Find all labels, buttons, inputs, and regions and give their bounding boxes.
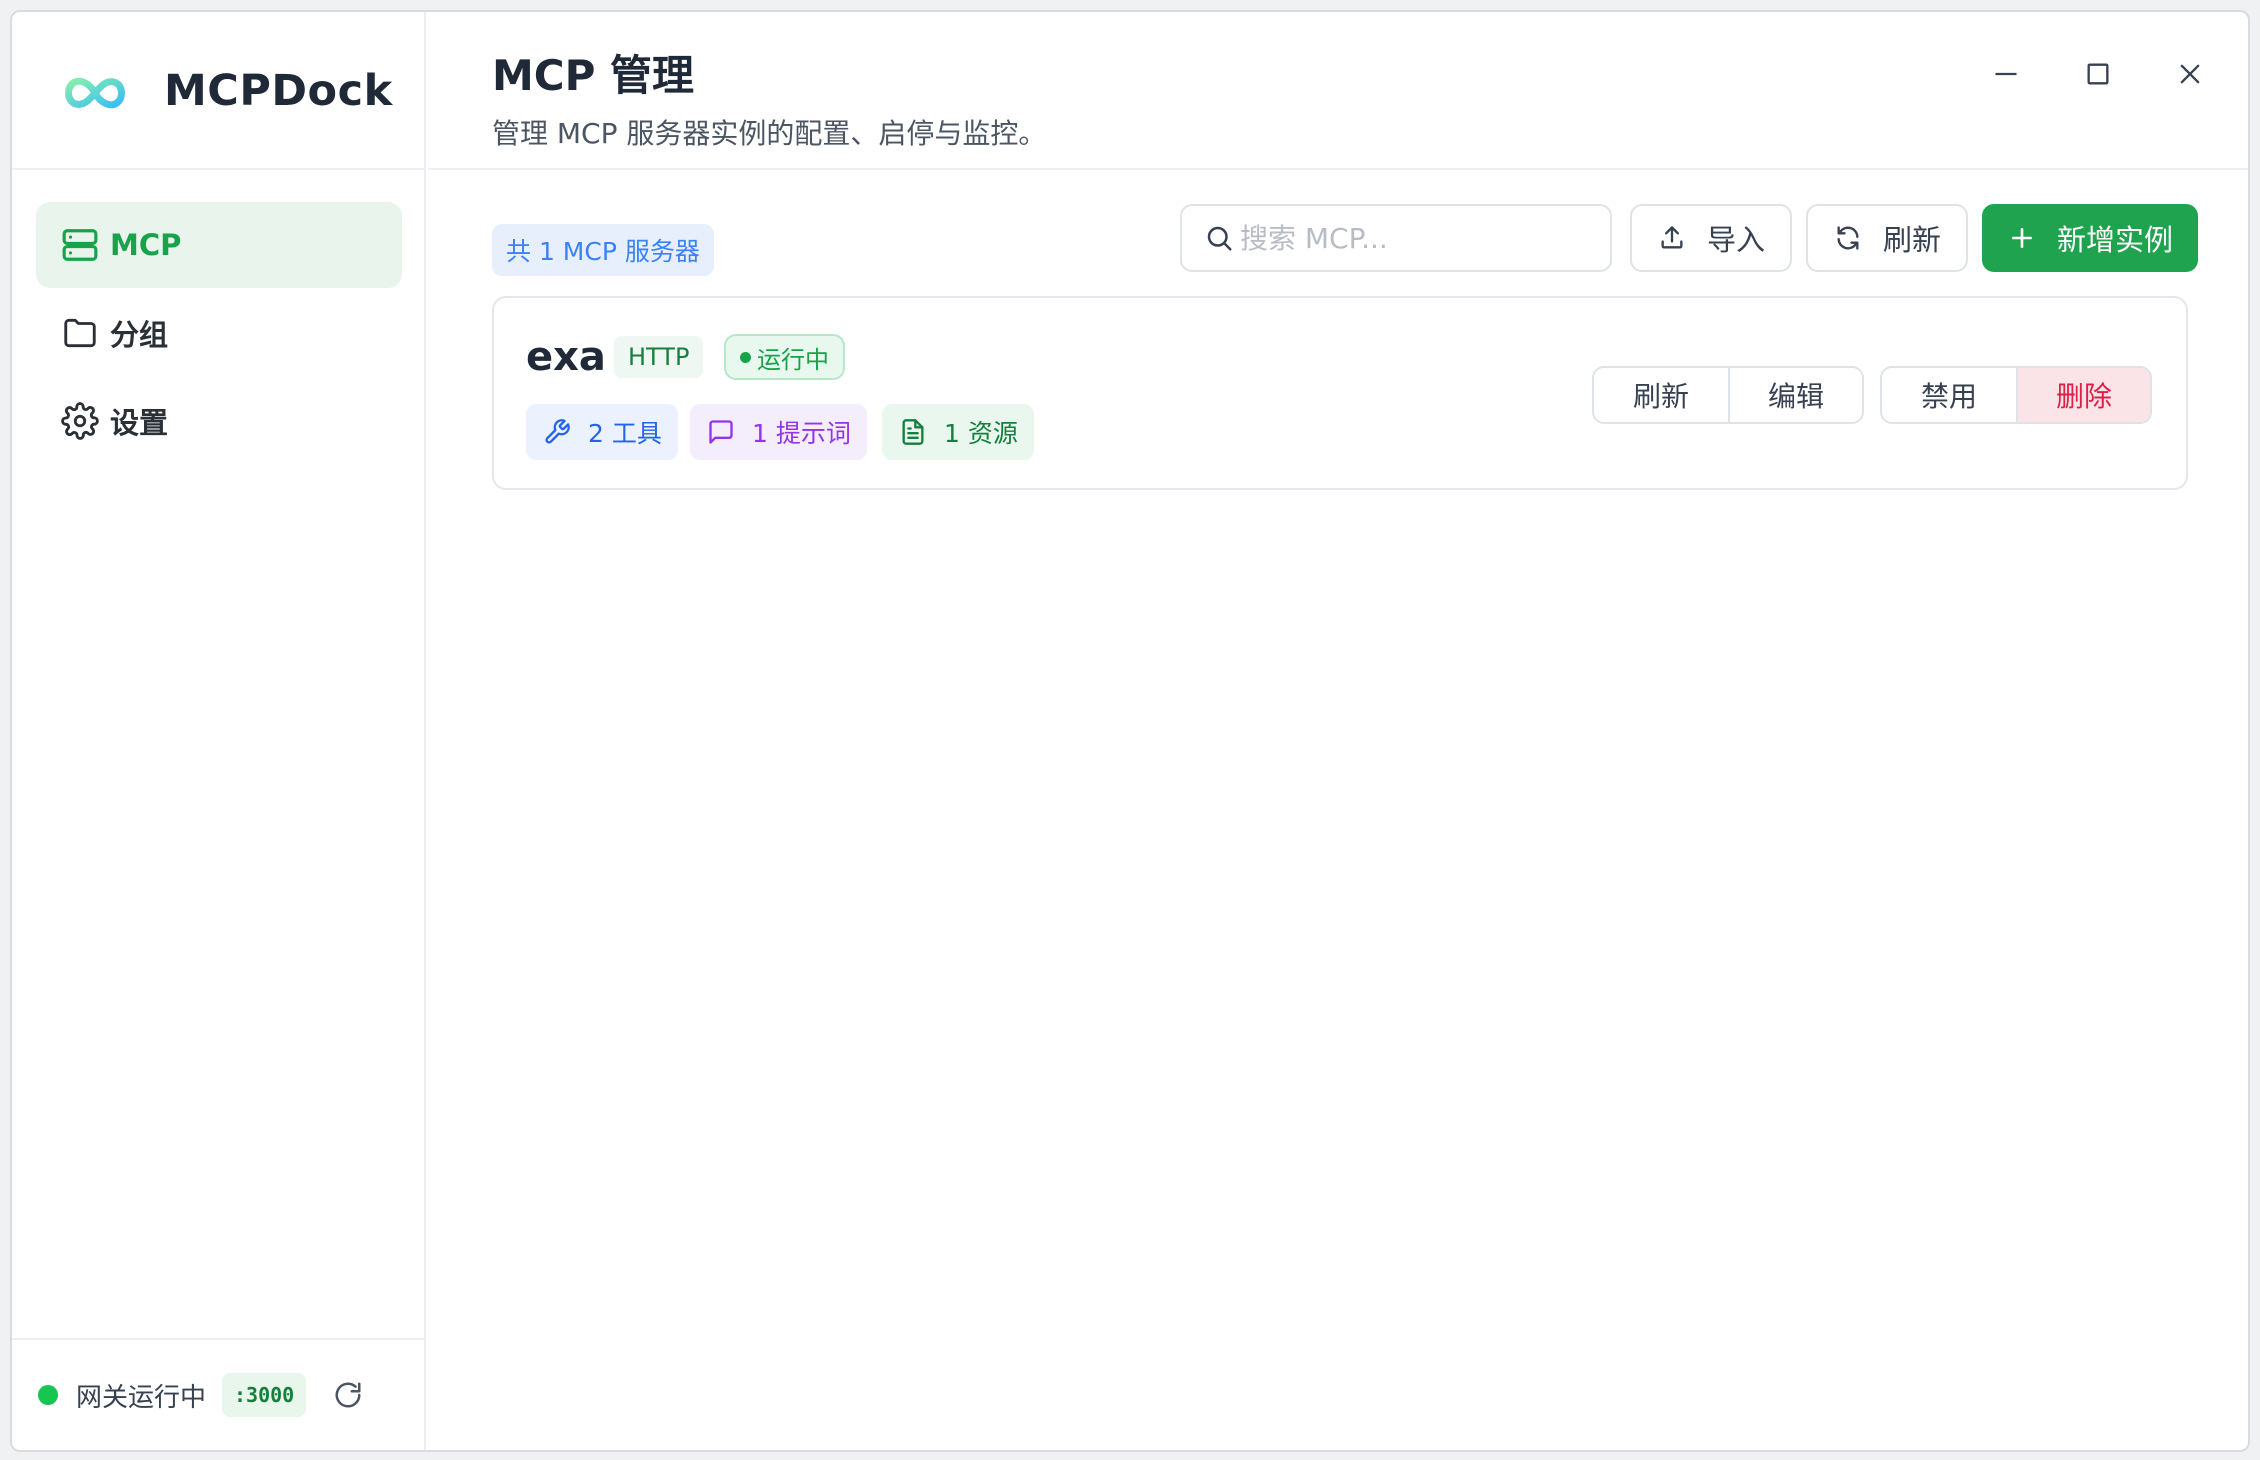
sidebar-item-label: 分组 [110,318,169,352]
close-icon [2180,64,2200,84]
prompts-count-chip[interactable]: 1 提示词 [690,404,867,460]
instance-action-group-secondary: 禁用 删除 [1880,366,2152,424]
add-instance-button-label: 新增实例 [2056,223,2173,257]
server-icon [60,225,100,265]
search-icon [1207,226,1232,251]
maximize-button[interactable] [2078,54,2118,94]
infinity-logo-icon [65,77,125,109]
running-dot-icon [740,351,751,363]
mcp-instance-card: exa HTTP 运行中 2 工具 1 提示词 1 资源 刷新 编辑 禁用 删除 [492,296,2188,490]
sidebar-item-mcp[interactable]: MCP [36,202,402,288]
instance-disable-button[interactable]: 禁用 [1882,368,2016,422]
gateway-status-bar: 网关运行中 :3000 [12,1338,424,1450]
server-count-badge: 共 1 MCP 服务器 [492,224,714,276]
close-button[interactable] [2170,54,2210,94]
sidebar-nav: MCP 分组 设置 [36,202,402,466]
folder-icon [60,313,100,353]
gear-icon [60,401,100,441]
instance-refresh-button[interactable]: 刷新 [1594,368,1728,422]
file-text-icon [898,417,928,447]
gateway-status-dot [38,1385,58,1405]
gateway-refresh-icon[interactable] [332,1379,364,1411]
import-button-label: 导入 [1706,223,1765,257]
resources-count-chip[interactable]: 1 资源 [882,404,1034,460]
refresh-button-label: 刷新 [1882,223,1941,257]
upload-icon [1657,223,1687,253]
page-header: MCP 管理 管理 MCP 服务器实例的配置、启停与监控。 [428,12,2248,170]
search-box [1180,204,1612,272]
status-badge: 运行中 [724,334,845,380]
page-subtitle: 管理 MCP 服务器实例的配置、启停与监控。 [492,117,1047,150]
search-input[interactable] [1240,221,1580,255]
instance-edit-button[interactable]: 编辑 [1727,368,1862,422]
page-title: MCP 管理 [492,51,695,100]
import-button[interactable]: 导入 [1630,204,1792,272]
main-content: MCP 管理 管理 MCP 服务器实例的配置、启停与监控。 共 1 MCP 服务… [428,12,2248,1450]
instance-delete-button[interactable]: 删除 [2015,368,2150,422]
prompts-count-label: 1 提示词 [752,419,851,448]
brand: MCPDock [12,12,424,170]
sidebar-item-settings[interactable]: 设置 [36,378,402,464]
protocol-badge: HTTP [614,336,704,378]
tools-count-label: 2 工具 [588,419,662,448]
sidebar: MCPDock MCP 分组 设置 网关运行中:3000 [12,12,426,1450]
plus-icon [2007,223,2037,253]
instance-name: exa [526,334,606,380]
refresh-button[interactable]: 刷新 [1806,204,1968,272]
refresh-icon [1833,223,1863,253]
minimize-icon [1995,72,2017,76]
resources-count-label: 1 资源 [944,419,1018,448]
maximize-icon [2087,63,2109,85]
sidebar-item-label: 设置 [110,406,169,440]
gateway-status-text: 网关运行中 [76,1382,207,1413]
minimize-button[interactable] [1986,54,2026,94]
instance-action-group-primary: 刷新 编辑 [1592,366,1864,424]
wrench-icon [542,417,572,447]
app-window: MCPDock MCP 分组 设置 网关运行中:3000 MCP 管理 管理 … [10,10,2250,1452]
tools-count-chip[interactable]: 2 工具 [526,404,678,460]
app-name: MCPDock [164,66,393,116]
add-instance-button[interactable]: 新增实例 [1982,204,2198,272]
message-square-icon [706,417,736,447]
status-label: 运行中 [757,345,829,374]
sidebar-item-label: MCP [110,228,182,262]
gateway-port-badge: :3000 [222,1373,307,1417]
sidebar-item-groups[interactable]: 分组 [36,290,402,376]
